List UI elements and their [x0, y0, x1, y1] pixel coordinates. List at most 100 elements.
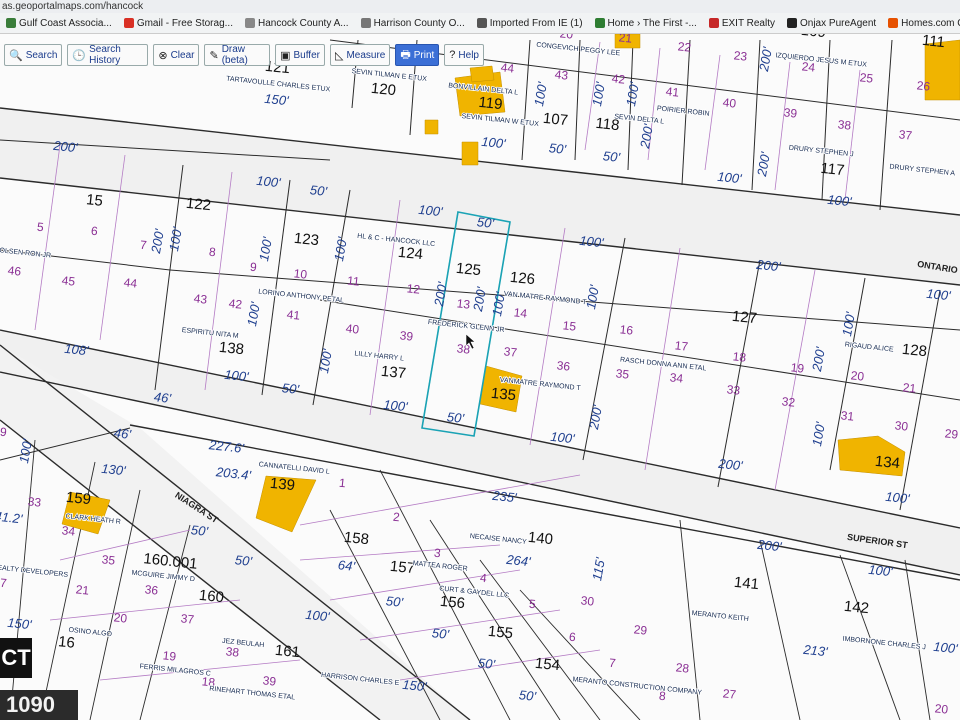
lot-dimension: 100'	[224, 367, 250, 384]
bookmark-item[interactable]: Homes.com Conne...	[888, 18, 960, 29]
parcel-number: 138	[218, 339, 245, 359]
lot-number: 39	[262, 673, 277, 688]
lot-dimension: 100'	[383, 397, 409, 414]
search-history-button[interactable]: 🕒 Search History	[67, 44, 149, 66]
parcel-number: 126	[509, 269, 536, 289]
bookmark-item[interactable]: Home › The First -...	[594, 18, 697, 29]
lot-number: 40	[345, 321, 360, 336]
bookmark-item[interactable]: Gulf Coast Associa...	[6, 18, 112, 29]
lot-dimension: 200'	[52, 138, 79, 156]
parcel-number: 111	[921, 34, 945, 51]
bookmark-label: Homes.com Conne...	[901, 17, 960, 29]
lot-dimension: 41.2'	[0, 509, 24, 527]
lot-number: 43	[193, 291, 208, 306]
draw-button[interactable]: ✎ Draw (beta)	[204, 44, 271, 66]
parcel-number: 16	[57, 633, 75, 652]
help-button[interactable]: ? Help	[444, 44, 484, 66]
lot-number: 13	[456, 296, 471, 311]
toolbar-label: Buffer	[293, 49, 320, 61]
lot-number: 29	[944, 426, 959, 441]
lot-number: 42	[611, 71, 626, 86]
lot-dimension: 100'	[885, 489, 911, 506]
lot-dimension: 50'	[446, 409, 465, 426]
lot-dimension: 100'	[550, 429, 576, 446]
lot-dimension: 150'	[402, 677, 428, 694]
parcel-number: 107	[542, 110, 569, 130]
lot-dimension: 200'	[756, 537, 783, 555]
lot-dimension: 50'	[518, 687, 537, 704]
parcel-number: 119	[478, 94, 504, 113]
parcel-number: 141	[733, 574, 760, 594]
lot-dimension: 50'	[548, 140, 567, 157]
parcel-number: 154	[534, 655, 561, 675]
lot-number: 35	[101, 552, 116, 567]
lot-dimension: 50'	[431, 625, 450, 642]
help-icon: ?	[449, 49, 456, 61]
logo-badge: CT	[0, 638, 32, 678]
lot-dimension: 108'	[64, 341, 90, 358]
lot-number: 36	[144, 582, 159, 597]
lot-dimension: 100'	[933, 639, 959, 656]
bookmark-item[interactable]: Harrison County O...	[360, 18, 465, 29]
parcel-map[interactable]: 1211201191071181091111171512212312412512…	[0, 34, 960, 720]
lot-number: 26	[916, 78, 931, 93]
parcel-number: 120	[370, 80, 397, 100]
lot-number: 14	[513, 305, 528, 320]
lot-dimension: 130'	[101, 461, 127, 478]
corner-badge: 1090	[0, 690, 78, 720]
lot-number: 18	[732, 349, 747, 364]
bookmark-item[interactable]: Gmail - Free Storag...	[123, 18, 233, 29]
lot-number: 33	[27, 494, 42, 509]
bookmark-label: Imported From IE (1)	[489, 17, 583, 29]
parcel-number: 15	[85, 191, 103, 210]
bookmark-item[interactable]: Onjax PureAgent	[787, 18, 876, 29]
lot-number: 32	[781, 394, 796, 409]
printer-icon: 🖶	[400, 48, 411, 61]
lot-number: 37	[503, 344, 518, 359]
lot-number: 16	[619, 322, 634, 337]
buffer-button[interactable]: ▣ Buffer	[275, 44, 325, 66]
lot-number: 20	[934, 701, 949, 716]
search-button[interactable]: 🔍 Search	[4, 44, 63, 66]
address-bar[interactable]: as.geoportalmaps.com/hancock	[0, 0, 960, 13]
lot-number: 15	[562, 318, 577, 333]
ruler-icon: ◺	[334, 49, 344, 62]
parcel-number: 156	[439, 593, 466, 613]
parcel-number: 128	[901, 341, 928, 361]
lot-number: 41	[665, 84, 680, 99]
parcel-number: 159	[65, 489, 92, 509]
lot-dimension: 264'	[505, 552, 532, 570]
bookmark-item[interactable]: EXIT Realty	[708, 18, 775, 29]
clear-icon: ⊗	[158, 49, 168, 62]
lot-dimension: 100'	[305, 607, 331, 624]
measure-button[interactable]: ◺ Measure	[329, 44, 391, 66]
clear-button[interactable]: ⊗ Clear	[153, 44, 200, 66]
lot-number: 19	[790, 360, 805, 375]
lot-number: 12	[406, 281, 421, 296]
lot-dimension: 50'	[234, 552, 253, 569]
bookmark-item[interactable]: Hancock County A...	[244, 18, 349, 29]
lot-number: 21	[618, 34, 633, 46]
lot-number: 34	[669, 370, 684, 385]
lot-number: 17	[674, 338, 689, 353]
print-button[interactable]: 🖶 Print	[395, 44, 440, 66]
parcel-number: 127	[731, 308, 758, 328]
lot-number: 36	[556, 358, 571, 373]
parcel-number: 160	[198, 587, 225, 607]
lot-number: 34	[61, 523, 76, 538]
lot-dimension: 200'	[755, 257, 782, 275]
bookmark-label: Onjax PureAgent	[800, 17, 877, 29]
lot-dimension: 50'	[602, 148, 621, 165]
lot-dimension: 50'	[385, 593, 404, 610]
parcel-number: 139	[269, 475, 296, 495]
toolbar-label: Print	[413, 49, 435, 61]
parcel-number: 140	[527, 529, 554, 549]
lot-number: 28	[675, 660, 690, 675]
pencil-icon: ✎	[209, 49, 219, 62]
lot-number: 41	[286, 307, 301, 322]
bookmark-item[interactable]: Imported From IE (1)	[476, 17, 583, 29]
lot-dimension: 235'	[491, 488, 518, 506]
building-footprint	[461, 141, 479, 166]
lot-number: 46	[7, 263, 22, 278]
site-icon	[244, 18, 255, 28]
